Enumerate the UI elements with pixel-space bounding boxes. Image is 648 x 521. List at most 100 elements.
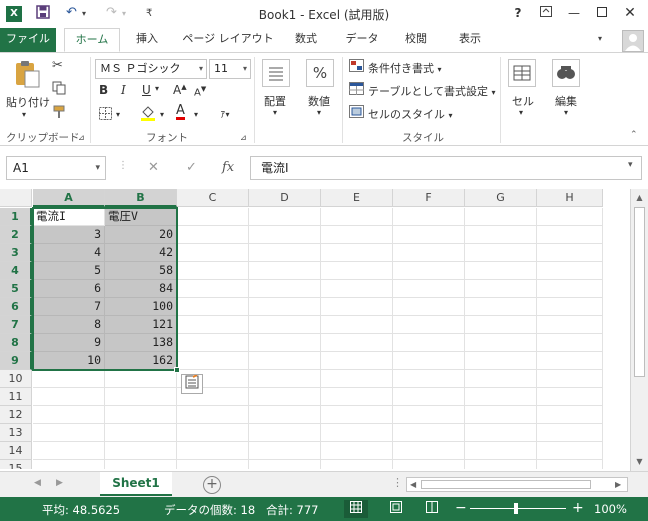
cell-b15[interactable] — [105, 460, 177, 469]
cell-f12[interactable] — [393, 406, 465, 424]
alignment-button[interactable]: 配置 — [264, 93, 286, 109]
sheet-tab-sheet1[interactable]: Sheet1 — [100, 472, 172, 496]
cell-g10[interactable] — [465, 370, 537, 388]
page-break-view-icon[interactable] — [420, 500, 444, 518]
minimize-icon[interactable]: — — [564, 4, 584, 22]
cell-a10[interactable] — [33, 370, 105, 388]
underline-button[interactable]: U — [142, 83, 151, 97]
cell-e14[interactable] — [321, 442, 393, 460]
cell-g11[interactable] — [465, 388, 537, 406]
cell-e13[interactable] — [321, 424, 393, 442]
cell-d15[interactable] — [249, 460, 321, 469]
insert-function-icon[interactable]: fx — [222, 160, 234, 175]
scroll-right-icon[interactable]: ▶ — [615, 478, 621, 491]
cell-d14[interactable] — [249, 442, 321, 460]
cell-d3[interactable] — [249, 244, 321, 262]
close-icon[interactable]: ✕ — [620, 4, 640, 22]
name-box[interactable]: A1 ▾ — [6, 156, 106, 180]
zoom-out-icon[interactable]: − — [455, 500, 467, 516]
cell-h12[interactable] — [537, 406, 603, 424]
cell-c9[interactable] — [177, 352, 249, 370]
cell-e5[interactable] — [321, 280, 393, 298]
cell-e15[interactable] — [321, 460, 393, 469]
ribbon-display-options-icon[interactable] — [536, 4, 556, 22]
cell-c1[interactable] — [177, 208, 249, 226]
formula-input[interactable]: 電流I — [250, 156, 642, 180]
cell-g12[interactable] — [465, 406, 537, 424]
cell-a9[interactable]: 10 — [33, 352, 105, 370]
number-format-icon[interactable]: % — [306, 59, 334, 87]
cell-d5[interactable] — [249, 280, 321, 298]
cell-g9[interactable] — [465, 352, 537, 370]
cell-g2[interactable] — [465, 226, 537, 244]
next-sheet-icon[interactable]: ▶ — [56, 478, 63, 488]
column-header-c[interactable]: C — [177, 189, 249, 207]
scroll-left-icon[interactable]: ◀ — [410, 478, 416, 491]
cell-h10[interactable] — [537, 370, 603, 388]
editing-button[interactable]: 編集 — [555, 93, 577, 109]
tab-file[interactable]: ファイル — [0, 28, 56, 52]
excel-logo-icon[interactable]: X — [6, 6, 22, 22]
editing-dropdown-icon[interactable]: ▾ — [564, 108, 568, 117]
cancel-entry-icon[interactable]: ✕ — [148, 160, 159, 175]
redo-dropdown-icon[interactable]: ▾ — [122, 9, 126, 18]
user-avatar[interactable] — [622, 30, 644, 52]
row-header-9[interactable]: 9 — [0, 352, 32, 370]
redo-icon[interactable]: ↷ — [106, 5, 117, 20]
cell-h8[interactable] — [537, 334, 603, 352]
column-header-e[interactable]: E — [321, 189, 393, 207]
cell-f15[interactable] — [393, 460, 465, 469]
cell-g3[interactable] — [465, 244, 537, 262]
collapse-ribbon-caret-icon[interactable]: ⌃ — [630, 130, 638, 140]
cell-g14[interactable] — [465, 442, 537, 460]
cell-f14[interactable] — [393, 442, 465, 460]
number-button[interactable]: 数値 — [308, 93, 330, 109]
cell-g15[interactable] — [465, 460, 537, 469]
cell-styles-icon[interactable] — [349, 105, 364, 122]
horizontal-scrollbar[interactable]: ◀ ▶ — [406, 477, 628, 492]
expand-formula-bar-icon[interactable]: ▾ — [628, 160, 633, 170]
paste-button[interactable]: 貼り付け — [6, 94, 50, 110]
conditional-format-icon[interactable] — [349, 59, 364, 76]
tab-view[interactable]: 表示 — [448, 28, 492, 52]
column-header-d[interactable]: D — [249, 189, 321, 207]
cell-e6[interactable] — [321, 298, 393, 316]
cell-c14[interactable] — [177, 442, 249, 460]
cell-f10[interactable] — [393, 370, 465, 388]
cell-f4[interactable] — [393, 262, 465, 280]
row-header-12[interactable]: 12 — [0, 406, 32, 424]
row-header-1[interactable]: 1 — [0, 208, 32, 226]
cell-d10[interactable] — [249, 370, 321, 388]
cell-d4[interactable] — [249, 262, 321, 280]
cell-e11[interactable] — [321, 388, 393, 406]
row-header-2[interactable]: 2 — [0, 226, 32, 244]
cell-c2[interactable] — [177, 226, 249, 244]
cell-e12[interactable] — [321, 406, 393, 424]
cell-a15[interactable] — [33, 460, 105, 469]
cell-e2[interactable] — [321, 226, 393, 244]
quick-analysis-icon[interactable] — [181, 374, 203, 394]
cut-icon[interactable]: ✂ — [52, 58, 63, 73]
paste-dropdown-icon[interactable]: ▾ — [22, 110, 26, 119]
font-color-button[interactable]: A — [176, 104, 185, 120]
cell-e9[interactable] — [321, 352, 393, 370]
italic-button[interactable]: I — [121, 83, 126, 97]
cell-f9[interactable] — [393, 352, 465, 370]
zoom-slider[interactable] — [470, 508, 566, 509]
cell-a4[interactable]: 5 — [33, 262, 105, 280]
row-header-10[interactable]: 10 — [0, 370, 32, 388]
cell-g4[interactable] — [465, 262, 537, 280]
font-color-dropdown-icon[interactable]: ▾ — [194, 110, 198, 119]
cell-a7[interactable]: 8 — [33, 316, 105, 334]
cell-g6[interactable] — [465, 298, 537, 316]
tab-insert[interactable]: 挿入 — [126, 28, 168, 52]
cell-f1[interactable] — [393, 208, 465, 226]
row-header-4[interactable]: 4 — [0, 262, 32, 280]
cell-g7[interactable] — [465, 316, 537, 334]
zoom-in-icon[interactable]: + — [572, 500, 584, 516]
help-button[interactable]: ? — [508, 4, 528, 22]
zoom-level[interactable]: 100% — [594, 502, 627, 516]
cell-c4[interactable] — [177, 262, 249, 280]
cell-a11[interactable] — [33, 388, 105, 406]
cell-h9[interactable] — [537, 352, 603, 370]
